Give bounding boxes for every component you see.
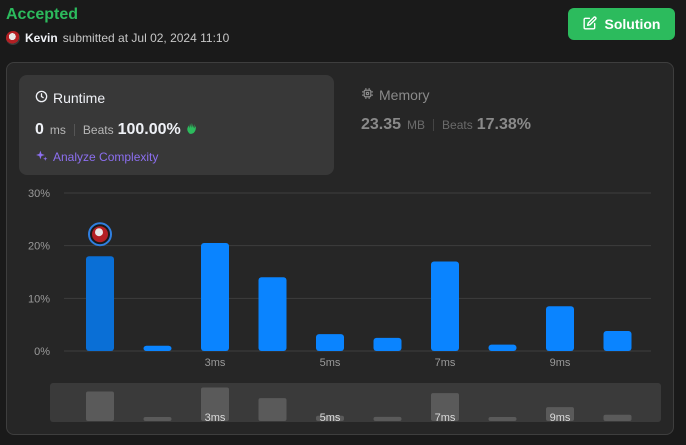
solution-button[interactable]: Solution bbox=[568, 8, 675, 40]
memory-header: Memory bbox=[361, 87, 531, 103]
clap-icon bbox=[185, 121, 200, 139]
chip-icon bbox=[361, 87, 374, 103]
divider bbox=[73, 124, 75, 136]
sparkle-icon bbox=[35, 149, 48, 165]
solution-label: Solution bbox=[604, 16, 661, 32]
memory-value: 23.35 bbox=[361, 116, 402, 133]
analyze-complexity-link[interactable]: Analyze Complexity bbox=[35, 149, 158, 165]
status-title: Accepted bbox=[6, 6, 79, 23]
result-panel: Runtime 0 ms Beats 100.00% Analyze Compl… bbox=[6, 62, 674, 435]
runtime-card[interactable]: Runtime 0 ms Beats 100.00% Analyze Compl… bbox=[19, 75, 334, 175]
memory-unit: MB bbox=[407, 118, 426, 132]
avatar[interactable] bbox=[6, 31, 20, 45]
submitter-name[interactable]: Kevin bbox=[25, 31, 58, 45]
runtime-metrics: 0 ms Beats 100.00% bbox=[35, 121, 200, 139]
memory-metrics: 23.35 MB Beats 17.38% bbox=[361, 116, 531, 134]
runtime-beats-label: Beats bbox=[82, 123, 114, 137]
runtime-value: 0 bbox=[35, 121, 44, 138]
submitted-timestamp: submitted at Jul 02, 2024 11:10 bbox=[62, 31, 230, 45]
clock-icon bbox=[35, 90, 48, 106]
memory-beats-value: 17.38% bbox=[476, 116, 531, 133]
edit-icon bbox=[582, 15, 597, 33]
memory-card[interactable]: Memory 23.35 MB Beats 17.38% bbox=[361, 87, 531, 134]
analyze-label: Analyze Complexity bbox=[53, 150, 159, 164]
runtime-beats-value: 100.00% bbox=[117, 121, 181, 138]
runtime-header: Runtime bbox=[35, 90, 105, 106]
divider bbox=[433, 119, 435, 131]
submitter-info: Kevin submitted at Jul 02, 2024 11:10 bbox=[6, 31, 229, 45]
runtime-unit: ms bbox=[49, 123, 66, 137]
memory-beats-label: Beats bbox=[442, 118, 473, 132]
memory-title: Memory bbox=[379, 87, 430, 103]
runtime-title: Runtime bbox=[53, 90, 106, 106]
